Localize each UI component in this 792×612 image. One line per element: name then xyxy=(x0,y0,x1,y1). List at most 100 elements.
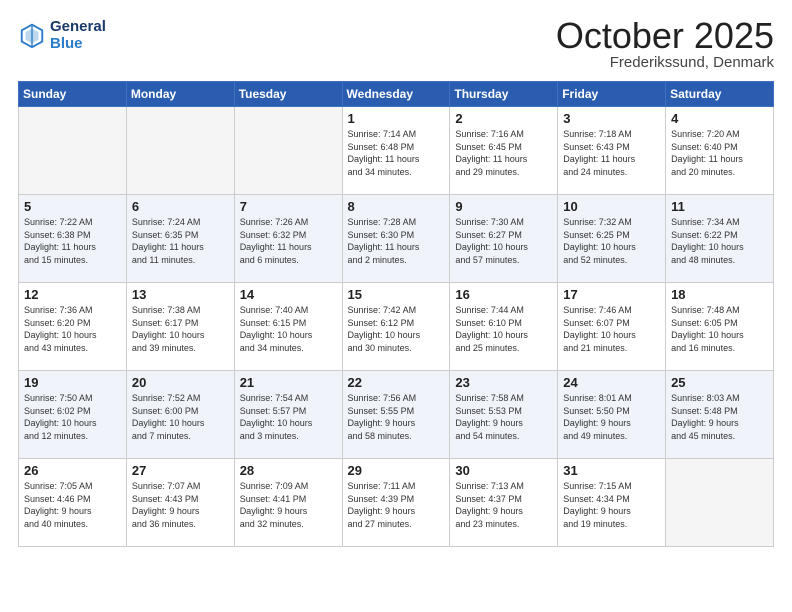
header-cell-saturday: Saturday xyxy=(666,82,774,107)
day-cell: 11 Sunrise: 7:34 AM Sunset: 6:22 PM Dayli… xyxy=(666,195,774,283)
day-cell: 8Sunrise: 7:28 AM Sunset: 6:30 PM Daylig… xyxy=(342,195,450,283)
header-cell-thursday: Thursday xyxy=(450,82,558,107)
logo-icon xyxy=(18,21,46,49)
logo-text: General Blue xyxy=(50,18,106,53)
day-cell xyxy=(666,459,774,547)
day-cell: 23Sunrise: 7:58 AM Sunset: 5:53 PM Dayli… xyxy=(450,371,558,459)
page: General Blue October 2025 Frederikssund,… xyxy=(0,0,792,612)
day-number: 4 xyxy=(671,111,768,126)
day-info: Sunrise: 7:46 AM Sunset: 6:07 PM Dayligh… xyxy=(563,304,660,354)
day-info: Sunrise: 7:30 AM Sunset: 6:27 PM Dayligh… xyxy=(455,216,552,266)
day-number: 17 xyxy=(563,287,660,302)
day-number: 13 xyxy=(132,287,229,302)
day-cell: 24 Sunrise: 8:01 AM Sunset: 5:50 PM Dayli… xyxy=(558,371,666,459)
day-cell: 25 Sunrise: 8:03 AM Sunset: 5:48 PM Dayli… xyxy=(666,371,774,459)
day-number: 31 xyxy=(563,463,660,478)
day-cell: 26 Sunrise: 7:05 AM Sunset: 4:46 PM Dayli… xyxy=(19,459,127,547)
day-cell: 13 Sunrise: 7:38 AM Sunset: 6:17 PM Dayli… xyxy=(126,283,234,371)
day-info: Sunrise: 7:16 AM Sunset: 6:45 PM Dayligh… xyxy=(455,128,552,178)
day-cell: 27 Sunrise: 7:07 AM Sunset: 4:43 PM Dayli… xyxy=(126,459,234,547)
day-info: Sunrise: 7:48 AM Sunset: 6:05 PM Dayligh… xyxy=(671,304,768,354)
day-cell: 2 Sunrise: 7:16 AM Sunset: 6:45 PM Daylig… xyxy=(450,107,558,195)
day-info: Sunrise: 7:18 AM Sunset: 6:43 PM Dayligh… xyxy=(563,128,660,178)
day-number: 18 xyxy=(671,287,768,302)
calendar-table: SundayMondayTuesdayWednesdayThursdayFrid… xyxy=(18,81,774,547)
day-info: Sunrise: 7:34 AM Sunset: 6:22 PM Dayligh… xyxy=(671,216,768,266)
day-number: 6 xyxy=(132,199,229,214)
header-cell-monday: Monday xyxy=(126,82,234,107)
day-info: Sunrise: 7:05 AM Sunset: 4:46 PM Dayligh… xyxy=(24,480,121,530)
day-cell: 4 Sunrise: 7:20 AM Sunset: 6:40 PM Daylig… xyxy=(666,107,774,195)
day-cell: 1Sunrise: 7:14 AM Sunset: 6:48 PM Daylig… xyxy=(342,107,450,195)
day-cell xyxy=(19,107,127,195)
day-cell: 14Sunrise: 7:40 AM Sunset: 6:15 PM Dayli… xyxy=(234,283,342,371)
day-info: Sunrise: 7:26 AM Sunset: 6:32 PM Dayligh… xyxy=(240,216,337,266)
day-info: Sunrise: 7:14 AM Sunset: 6:48 PM Dayligh… xyxy=(348,128,445,178)
day-cell: 29 Sunrise: 7:11 AM Sunset: 4:39 PM Dayli… xyxy=(342,459,450,547)
header-row: SundayMondayTuesdayWednesdayThursdayFrid… xyxy=(19,82,774,107)
day-cell xyxy=(234,107,342,195)
day-cell: 6 Sunrise: 7:24 AM Sunset: 6:35 PM Daylig… xyxy=(126,195,234,283)
day-info: Sunrise: 7:42 AM Sunset: 6:12 PM Dayligh… xyxy=(348,304,445,354)
day-cell: 20 Sunrise: 7:52 AM Sunset: 6:00 PM Dayli… xyxy=(126,371,234,459)
day-info: Sunrise: 7:54 AM Sunset: 5:57 PM Dayligh… xyxy=(240,392,337,442)
top-section: General Blue October 2025 Frederikssund,… xyxy=(18,18,774,71)
day-info: Sunrise: 7:38 AM Sunset: 6:17 PM Dayligh… xyxy=(132,304,229,354)
week-row-2: 5 Sunrise: 7:22 AM Sunset: 6:38 PM Daylig… xyxy=(19,195,774,283)
day-info: Sunrise: 8:01 AM Sunset: 5:50 PM Dayligh… xyxy=(563,392,660,442)
week-row-1: 1Sunrise: 7:14 AM Sunset: 6:48 PM Daylig… xyxy=(19,107,774,195)
day-number: 12 xyxy=(24,287,121,302)
day-number: 15 xyxy=(348,287,445,302)
day-number: 21 xyxy=(240,375,337,390)
day-cell: 31Sunrise: 7:15 AM Sunset: 4:34 PM Dayli… xyxy=(558,459,666,547)
week-row-5: 26 Sunrise: 7:05 AM Sunset: 4:46 PM Dayli… xyxy=(19,459,774,547)
day-number: 28 xyxy=(240,463,337,478)
day-info: Sunrise: 7:50 AM Sunset: 6:02 PM Dayligh… xyxy=(24,392,121,442)
day-number: 20 xyxy=(132,375,229,390)
day-cell: 22Sunrise: 7:56 AM Sunset: 5:55 PM Dayli… xyxy=(342,371,450,459)
header-cell-tuesday: Tuesday xyxy=(234,82,342,107)
day-info: Sunrise: 8:03 AM Sunset: 5:48 PM Dayligh… xyxy=(671,392,768,442)
day-info: Sunrise: 7:32 AM Sunset: 6:25 PM Dayligh… xyxy=(563,216,660,266)
day-info: Sunrise: 7:24 AM Sunset: 6:35 PM Dayligh… xyxy=(132,216,229,266)
day-number: 11 xyxy=(671,199,768,214)
day-cell: 18 Sunrise: 7:48 AM Sunset: 6:05 PM Dayli… xyxy=(666,283,774,371)
day-info: Sunrise: 7:07 AM Sunset: 4:43 PM Dayligh… xyxy=(132,480,229,530)
day-number: 26 xyxy=(24,463,121,478)
month-title: October 2025 xyxy=(556,18,774,54)
day-info: Sunrise: 7:11 AM Sunset: 4:39 PM Dayligh… xyxy=(348,480,445,530)
day-info: Sunrise: 7:22 AM Sunset: 6:38 PM Dayligh… xyxy=(24,216,121,266)
day-cell: 9 Sunrise: 7:30 AM Sunset: 6:27 PM Daylig… xyxy=(450,195,558,283)
day-cell: 10 Sunrise: 7:32 AM Sunset: 6:25 PM Dayli… xyxy=(558,195,666,283)
day-number: 14 xyxy=(240,287,337,302)
header-cell-sunday: Sunday xyxy=(19,82,127,107)
day-info: Sunrise: 7:52 AM Sunset: 6:00 PM Dayligh… xyxy=(132,392,229,442)
logo: General Blue xyxy=(18,18,106,53)
day-number: 10 xyxy=(563,199,660,214)
day-info: Sunrise: 7:13 AM Sunset: 4:37 PM Dayligh… xyxy=(455,480,552,530)
day-cell: 30Sunrise: 7:13 AM Sunset: 4:37 PM Dayli… xyxy=(450,459,558,547)
week-row-4: 19Sunrise: 7:50 AM Sunset: 6:02 PM Dayli… xyxy=(19,371,774,459)
day-number: 8 xyxy=(348,199,445,214)
title-section: October 2025 Frederikssund, Denmark xyxy=(556,18,774,71)
day-info: Sunrise: 7:09 AM Sunset: 4:41 PM Dayligh… xyxy=(240,480,337,530)
day-info: Sunrise: 7:56 AM Sunset: 5:55 PM Dayligh… xyxy=(348,392,445,442)
day-number: 25 xyxy=(671,375,768,390)
day-number: 27 xyxy=(132,463,229,478)
day-number: 5 xyxy=(24,199,121,214)
day-info: Sunrise: 7:36 AM Sunset: 6:20 PM Dayligh… xyxy=(24,304,121,354)
day-cell: 19Sunrise: 7:50 AM Sunset: 6:02 PM Dayli… xyxy=(19,371,127,459)
day-number: 9 xyxy=(455,199,552,214)
day-cell: 17 Sunrise: 7:46 AM Sunset: 6:07 PM Dayli… xyxy=(558,283,666,371)
location: Frederikssund, Denmark xyxy=(556,54,774,71)
day-number: 2 xyxy=(455,111,552,126)
header-cell-wednesday: Wednesday xyxy=(342,82,450,107)
day-cell: 7 Sunrise: 7:26 AM Sunset: 6:32 PM Daylig… xyxy=(234,195,342,283)
day-number: 7 xyxy=(240,199,337,214)
day-cell: 21 Sunrise: 7:54 AM Sunset: 5:57 PM Dayli… xyxy=(234,371,342,459)
day-cell: 28 Sunrise: 7:09 AM Sunset: 4:41 PM Dayli… xyxy=(234,459,342,547)
day-number: 29 xyxy=(348,463,445,478)
day-number: 24 xyxy=(563,375,660,390)
day-info: Sunrise: 7:20 AM Sunset: 6:40 PM Dayligh… xyxy=(671,128,768,178)
day-number: 3 xyxy=(563,111,660,126)
